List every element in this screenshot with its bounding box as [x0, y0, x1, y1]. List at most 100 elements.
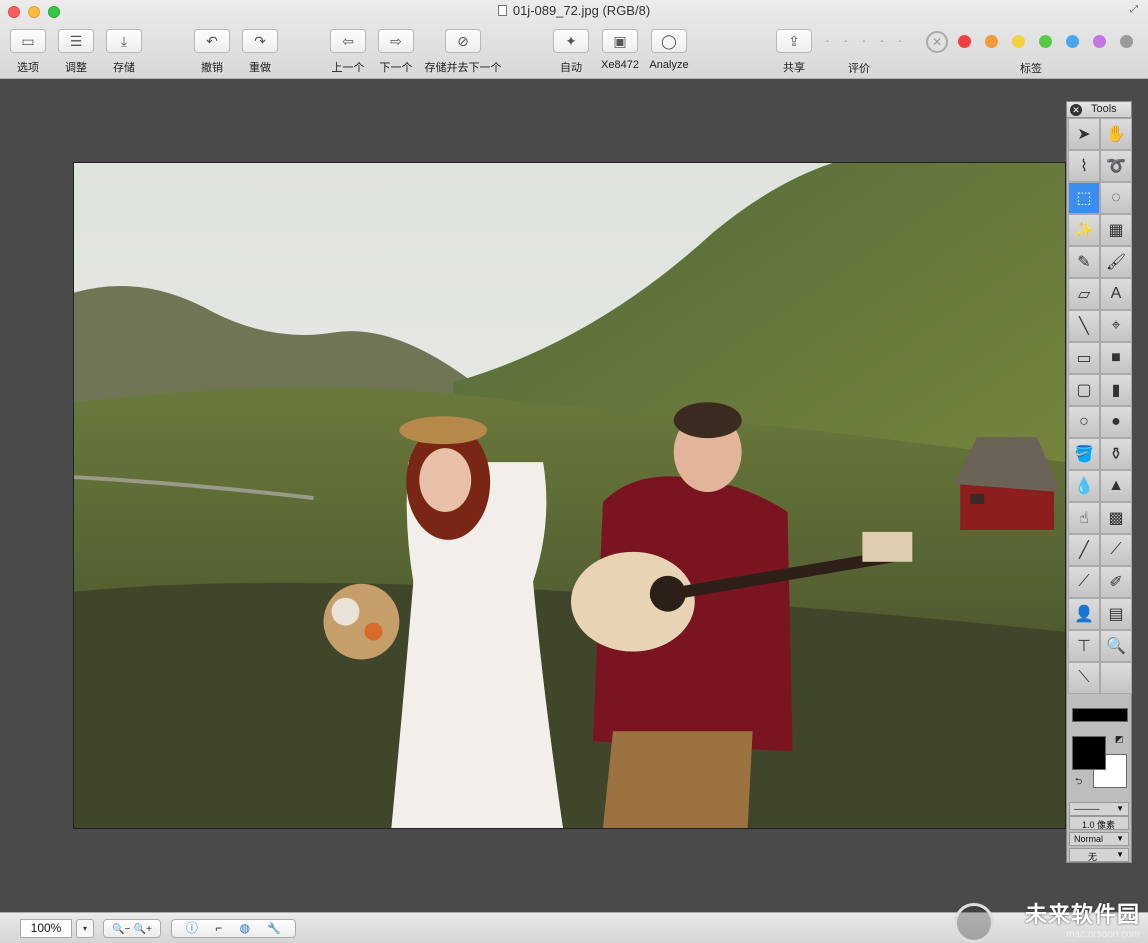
text-tool-icon[interactable]: A: [1100, 278, 1132, 310]
watermark-name: 未来软件园: [1024, 902, 1140, 927]
window-toolbar: 01j-089_72.jpg (RGB/8) ⤢ ▭ 选项 ☰ 调整 ⤓ 存储 ↶ 撤销 ↷ 重做…: [0, 0, 1148, 79]
watermark: 未来软件园 mac.orsoon.com: [1025, 897, 1140, 940]
window-title: 01j-089_72.jpg (RGB/8): [0, 3, 1148, 18]
stroke-line-icon: ────: [1074, 804, 1100, 814]
brush-icon[interactable]: 🖌: [1100, 246, 1132, 278]
burn-brush-icon[interactable]: ⟋: [1100, 534, 1132, 566]
toolbar-item-label: Analyze: [649, 59, 689, 71]
zoom-in-icon[interactable]: 🔍+: [134, 924, 152, 935]
tag-color-dot[interactable]: [1039, 35, 1052, 48]
rect-filled-icon[interactable]: ■: [1100, 342, 1132, 374]
swap-colors-icon[interactable]: ◩: [1115, 734, 1124, 745]
ruler-icon[interactable]: ⌐: [215, 921, 222, 935]
hand-tool-icon[interactable]: ✋: [1100, 118, 1132, 150]
line-tool-icon[interactable]: ╲: [1068, 310, 1100, 342]
sponge-icon[interactable]: ▩: [1100, 502, 1132, 534]
tag-color-dot[interactable]: [1120, 35, 1133, 48]
tool-grid: ➤ ✋ ⌇ ➰ ⬚ ◌ ✨ ▦ ✎ 🖌 ▱ A ╲ ⌖ ▭ ■ ▢ ▮ ○ ● 🪣 ⚱ 💧 ▲ ☝ ▩ ╱ ⟋ ⟋ ✐ 👤 ▤ ⊤ 🔍 ⟍: [1067, 118, 1132, 694]
reset-colors-icon[interactable]: ⮌: [1075, 774, 1082, 790]
silhouette-icon[interactable]: 👤: [1068, 598, 1100, 630]
eraser-icon[interactable]: ▱: [1068, 278, 1100, 310]
ellipse-select-icon[interactable]: ◌: [1100, 182, 1132, 214]
save-icon[interactable]: ⤓: [106, 29, 142, 53]
polygon-lasso-icon[interactable]: ⌇: [1068, 150, 1100, 182]
save-and-next-icon[interactable]: ⊘: [445, 29, 481, 53]
chevron-down-icon: ▼: [1116, 834, 1124, 843]
share-icon[interactable]: ⇪: [776, 29, 812, 53]
lightbulb-icon[interactable]: ◯: [651, 29, 687, 53]
stroke-preview[interactable]: [1072, 708, 1128, 722]
empty-slot: [1100, 662, 1132, 694]
blend-mode-select[interactable]: Normal ▼: [1069, 832, 1129, 846]
toolbar-item[interactable]: ⤓ 存储: [84, 29, 164, 75]
tag-color-dot[interactable]: [1066, 35, 1079, 48]
close-palette-icon[interactable]: ✕: [1070, 104, 1082, 116]
info-icon[interactable]: ⓘ: [186, 921, 198, 935]
tools-palette: ✕ Tools ➤ ✋ ⌇ ➰ ⬚ ◌ ✨ ▦ ✎ 🖌 ▱ A ╲ ⌖ ▭ ■ ▢ ▮ ○ ● 🪣 ⚱ 💧 ▲ ☝ ▩ ╱ ⟋ ⟋ ✐ 👤 ▤…: [1066, 101, 1132, 863]
lasso-icon[interactable]: ➰: [1100, 150, 1132, 182]
rounded-rect-icon[interactable]: ▢: [1068, 374, 1100, 406]
tag-color-dot[interactable]: [1012, 35, 1025, 48]
tag-color-dot[interactable]: [985, 35, 998, 48]
clear-tag-button[interactable]: ✕: [926, 31, 948, 53]
oval-filled-icon[interactable]: ●: [1100, 406, 1132, 438]
stroke-style-select[interactable]: ──── ▼: [1069, 802, 1129, 816]
measure-icon[interactable]: ⊤: [1068, 630, 1100, 662]
instant-alpha-icon[interactable]: ▦: [1100, 214, 1132, 246]
next-icon[interactable]: ⇨: [378, 29, 414, 53]
window-title-text: 01j-089_72.jpg (RGB/8): [512, 3, 651, 18]
toolbar-item[interactable]: ⊘ 存储并去下一个: [423, 29, 503, 75]
toolbar-item[interactable]: ⇪ 共享: [754, 29, 834, 75]
pencil-icon[interactable]: ✎: [1068, 246, 1100, 278]
stamp-icon[interactable]: ⚱: [1100, 438, 1132, 470]
stroke-width-select[interactable]: 1.0 像素: [1069, 816, 1129, 830]
toolbar-item-label: 重做: [249, 62, 271, 74]
toolbar-item-label: 存储并去下一个: [424, 62, 502, 74]
eyedropper-icon[interactable]: ⟋: [1068, 566, 1100, 598]
zoom-out-icon[interactable]: 🔍−: [112, 924, 130, 935]
crop-select-icon[interactable]: ▤: [1100, 598, 1132, 630]
smudge-finger-icon[interactable]: ☝: [1068, 502, 1100, 534]
tube-tool-icon[interactable]: ⟍: [1068, 662, 1100, 694]
sharpen-cone-icon[interactable]: ▲: [1100, 470, 1132, 502]
image-canvas[interactable]: [73, 162, 1066, 829]
shadow-value: 无: [1088, 852, 1098, 862]
watermark-url: mac.orsoon.com: [1066, 929, 1140, 940]
arrow-tool-icon[interactable]: ➤: [1068, 118, 1100, 150]
clone-brush-icon[interactable]: ✐: [1100, 566, 1132, 598]
dodge-brush-icon[interactable]: ╱: [1068, 534, 1100, 566]
rating-stars[interactable]: - - - - -: [826, 36, 908, 47]
blend-mode-value: Normal: [1074, 834, 1104, 844]
blur-drop-icon[interactable]: 💧: [1068, 470, 1100, 502]
toolbar-item-label: 共享: [783, 62, 805, 74]
tags-label: 标签: [1020, 63, 1042, 75]
fullscreen-icon[interactable]: ⤢: [1130, 4, 1138, 15]
zoom-level-field[interactable]: 100%: [20, 919, 72, 938]
zoom-buttons: 🔍− 🔍+: [103, 919, 161, 938]
zoom-tool-icon[interactable]: 🔍: [1100, 630, 1132, 662]
rect-shape-icon[interactable]: ▭: [1068, 342, 1100, 374]
rounded-rect-filled-icon[interactable]: ▮: [1100, 374, 1132, 406]
photo: [74, 163, 1065, 828]
zoom-menu-button[interactable]: ▾: [76, 919, 94, 938]
wrench-icon[interactable]: 🔧: [267, 923, 281, 935]
oval-shape-icon[interactable]: ○: [1068, 406, 1100, 438]
toolbar-item[interactable]: ◯ Analyze: [629, 29, 709, 71]
globe-icon[interactable]: ◍: [240, 921, 250, 935]
magic-wand-tool-icon[interactable]: ✨: [1068, 214, 1100, 246]
foreground-color-swatch[interactable]: [1072, 736, 1106, 770]
shadow-select[interactable]: 无 ▼: [1069, 848, 1129, 862]
tag-color-dot[interactable]: [1093, 35, 1106, 48]
chevron-down-icon: ▼: [1116, 804, 1124, 813]
document-icon: [497, 5, 507, 16]
toolbar-item[interactable]: ↷ 重做: [220, 29, 300, 75]
tag-color-dot[interactable]: [958, 35, 971, 48]
rect-select-icon[interactable]: ⬚: [1068, 182, 1100, 214]
rating-label: 评价: [848, 63, 870, 75]
tools-palette-header[interactable]: ✕ Tools: [1067, 102, 1131, 118]
crosshair-icon[interactable]: ⌖: [1100, 310, 1132, 342]
chevron-down-icon: ▼: [1116, 850, 1124, 859]
meadow-dark: [74, 582, 1065, 828]
paint-bucket-icon[interactable]: 🪣: [1068, 438, 1100, 470]
redo-icon[interactable]: ↷: [242, 29, 278, 53]
